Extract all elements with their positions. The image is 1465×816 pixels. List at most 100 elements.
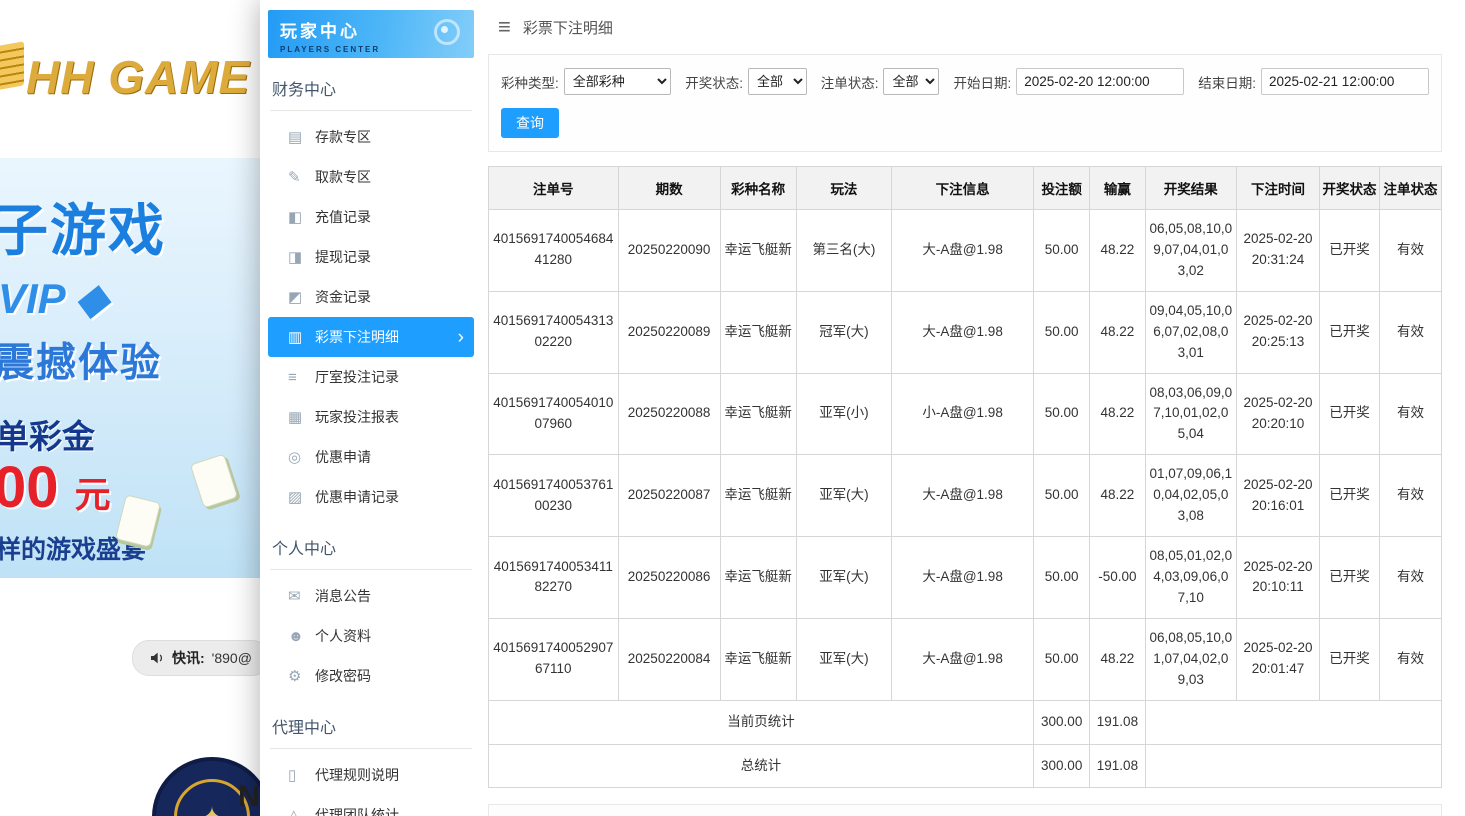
sidebar-item-messages[interactable]: ✉消息公告 — [268, 576, 474, 616]
table-cell: 401569174005376100230 — [489, 455, 619, 537]
mahjong-tile — [190, 454, 238, 509]
pagination-bar: 每页显示20条 共6条 首页 上一页 1 下一页 第 页 跳转 — [488, 804, 1442, 816]
summary-win-total: 191.08 — [1090, 700, 1145, 744]
table-cell: 亚军(大) — [796, 537, 891, 619]
planet-icon — [434, 19, 460, 45]
table-cell: 2025-02-20 20:01:47 — [1237, 618, 1320, 700]
sidebar-header: 玩家中心 PLAYERS CENTER — [268, 10, 474, 58]
table-cell: 有效 — [1379, 618, 1441, 700]
table-cell: 亚军(大) — [796, 618, 891, 700]
deposit-icon: ▤ — [288, 128, 315, 146]
table-cell: 48.22 — [1090, 618, 1145, 700]
table-cell: 20250220084 — [618, 618, 720, 700]
column-header: 投注额 — [1034, 167, 1090, 210]
sidebar-item-profile[interactable]: ☻个人资料 — [268, 616, 474, 656]
start-date-label: 开始日期: — [953, 72, 1011, 92]
table-cell: 20250220090 — [618, 210, 720, 292]
column-header: 开奖结果 — [1145, 167, 1236, 210]
table-cell: 幸运飞艇新 — [720, 210, 796, 292]
table-cell: 20250220087 — [618, 455, 720, 537]
table-cell: 已开奖 — [1319, 455, 1379, 537]
main-header: ≡ 彩票下注明细 — [488, 0, 1442, 54]
sidebar-item-lottery-bet-detail[interactable]: ▥彩票下注明细› — [268, 317, 474, 357]
withdraw-record-icon: ◨ — [288, 248, 315, 266]
table-cell: 已开奖 — [1319, 210, 1379, 292]
sidebar-item-withdraw-record[interactable]: ◨提现记录 — [268, 237, 474, 277]
table-body: 40156917400546844128020250220090幸运飞艇新第三名… — [489, 210, 1442, 788]
lottery-type-select[interactable]: 全部彩种 — [564, 68, 671, 95]
summary-win-total: 191.08 — [1090, 744, 1145, 788]
bet-status-select[interactable]: 全部 — [883, 68, 939, 95]
banner-amount: 00 — [0, 455, 59, 520]
end-date-label: 结束日期: — [1198, 72, 1256, 92]
draw-status-label: 开奖状态: — [685, 72, 743, 92]
sidebar-item-promo-apply[interactable]: ◎优惠申请 — [268, 437, 474, 477]
table-cell: 50.00 — [1034, 537, 1090, 619]
main-content: ≡ 彩票下注明细 彩种类型: 全部彩种 开奖状态: 全部 注单状态: 全部 — [482, 0, 1465, 816]
sidebar-item-withdraw[interactable]: ✎取款专区 — [268, 157, 474, 197]
table-cell: 401569174005431302220 — [489, 291, 619, 373]
section-heading: 财务中心 — [270, 76, 472, 111]
table-cell: 有效 — [1379, 210, 1441, 292]
player-bet-report-icon: ▦ — [288, 408, 315, 426]
table-cell: 401569174005290767110 — [489, 618, 619, 700]
table-cell: 已开奖 — [1319, 537, 1379, 619]
start-date-input[interactable] — [1016, 68, 1184, 95]
table-cell: 幸运飞艇新 — [720, 537, 796, 619]
sidebar-item-label: 玩家投注报表 — [315, 407, 399, 427]
end-date-input[interactable] — [1261, 68, 1429, 95]
password-icon: ⚙ — [288, 667, 315, 685]
column-header: 彩种名称 — [720, 167, 796, 210]
table-cell: 大-A盘@1.98 — [892, 537, 1034, 619]
sidebar-item-recharge-record[interactable]: ◧充值记录 — [268, 197, 474, 237]
column-header: 下注时间 — [1237, 167, 1320, 210]
table-cell: 第三名(大) — [796, 210, 891, 292]
sidebar-sections: 财务中心▤存款专区✎取款专区◧充值记录◨提现记录◩资金记录▥彩票下注明细›≡厅室… — [268, 76, 474, 816]
hall-bet-record-icon: ≡ — [288, 369, 315, 386]
funds-record-icon: ◩ — [288, 288, 315, 306]
withdraw-icon: ✎ — [288, 168, 315, 186]
search-button[interactable]: 查询 — [501, 108, 559, 138]
menu-toggle-icon[interactable]: ≡ — [498, 16, 511, 38]
table-row: 40156917400537610023020250220087幸运飞艇新亚军(… — [489, 455, 1442, 537]
filter-panel: 彩种类型: 全部彩种 开奖状态: 全部 注单状态: 全部 开始日期: 结束日期: — [488, 54, 1442, 152]
summary-empty — [1145, 744, 1441, 788]
table-cell: 50.00 — [1034, 373, 1090, 455]
sidebar-item-deposit[interactable]: ▤存款专区 — [268, 117, 474, 157]
table-cell: 小-A盘@1.98 — [892, 373, 1034, 455]
summary-label: 总统计 — [489, 744, 1034, 788]
banner-line-3: 震撼体验 — [0, 330, 162, 388]
sidebar-item-label: 充值记录 — [315, 207, 371, 227]
player-center-panel: 玩家中心 PLAYERS CENTER 财务中心▤存款专区✎取款专区◧充值记录◨… — [260, 0, 1465, 816]
table-cell: 大-A盘@1.98 — [892, 291, 1034, 373]
banner-line-2: VIP ◆ — [0, 274, 108, 323]
table-row: 40156917400534118227020250220086幸运飞艇新亚军(… — [489, 537, 1442, 619]
table-cell: 幸运飞艇新 — [720, 455, 796, 537]
column-header: 下注信息 — [892, 167, 1034, 210]
banner-line-4: 单彩金 — [0, 410, 95, 458]
sidebar-item-label: 资金记录 — [315, 287, 371, 307]
sidebar-item-agent-team-stats[interactable]: ◬代理团队统计 — [268, 795, 474, 816]
sidebar-item-promo-record[interactable]: ▨优惠申请记录 — [268, 477, 474, 517]
section-heading: 代理中心 — [270, 714, 472, 749]
table-cell: 亚军(小) — [796, 373, 891, 455]
sidebar: 玩家中心 PLAYERS CENTER 财务中心▤存款专区✎取款专区◧充值记录◨… — [260, 0, 482, 816]
sidebar-item-player-bet-report[interactable]: ▦玩家投注报表 — [268, 397, 474, 437]
sidebar-item-label: 个人资料 — [315, 626, 371, 646]
draw-status-select[interactable]: 全部 — [748, 68, 807, 95]
table-cell: 20250220086 — [618, 537, 720, 619]
table-cell: -50.00 — [1090, 537, 1145, 619]
sidebar-item-funds-record[interactable]: ◩资金记录 — [268, 277, 474, 317]
table-row: 40156917400540100796020250220088幸运飞艇新亚军(… — [489, 373, 1442, 455]
profile-icon: ☻ — [288, 628, 315, 645]
table-cell: 06,08,05,10,01,07,04,02,09,03 — [1145, 618, 1236, 700]
table-cell: 50.00 — [1034, 618, 1090, 700]
table-cell: 20250220089 — [618, 291, 720, 373]
sidebar-item-hall-bet-record[interactable]: ≡厅室投注记录 — [268, 357, 474, 397]
column-header: 玩法 — [796, 167, 891, 210]
sidebar-item-change-password[interactable]: ⚙修改密码 — [268, 656, 474, 696]
sidebar-item-agent-rules[interactable]: ▯代理规则说明 — [268, 755, 474, 795]
table-cell: 有效 — [1379, 291, 1441, 373]
sidebar-item-label: 消息公告 — [315, 586, 371, 606]
marquee-text: '890@ — [212, 650, 252, 666]
